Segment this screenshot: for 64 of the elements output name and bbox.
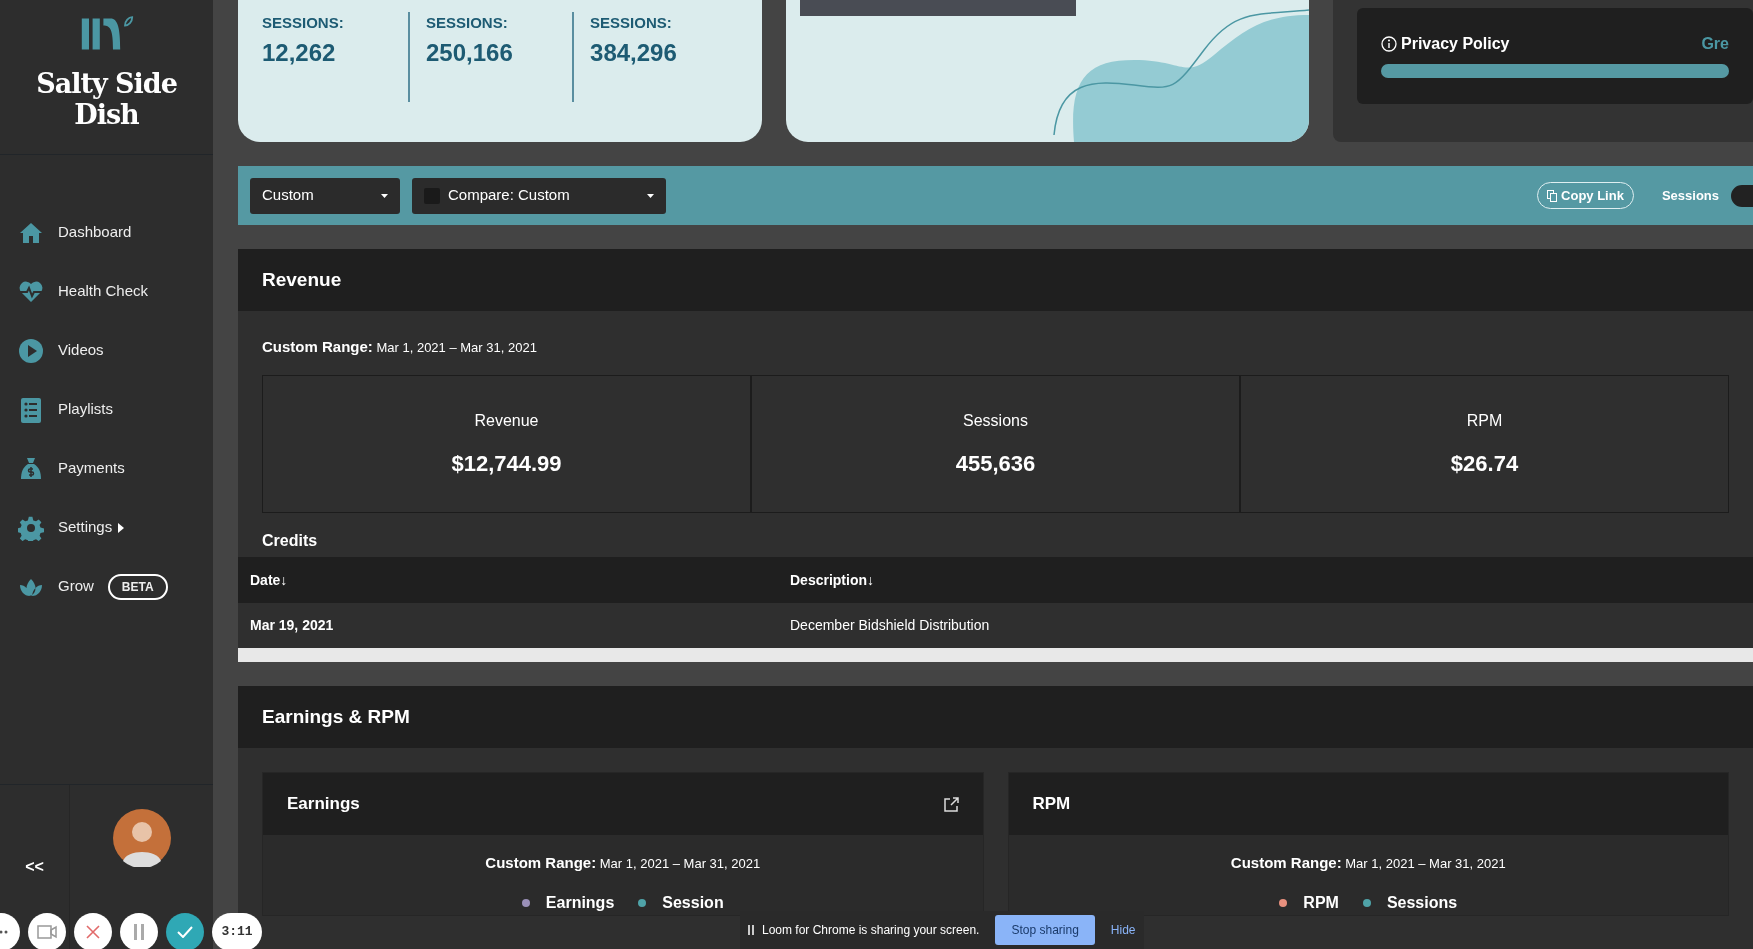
privacy-label: Privacy Policy (1401, 34, 1510, 54)
section-title: Credits (261, 531, 319, 551)
settings-icon (18, 514, 44, 541)
range-dropdown[interactable]: Custom (250, 177, 400, 214)
close-icon (86, 925, 100, 939)
legend-label: Sessions (1386, 893, 1458, 913)
checkmark-icon (177, 926, 193, 938)
stat-label: SESSIONS: (262, 13, 345, 33)
metric-value: 455,636 (955, 449, 1036, 478)
horizontal-scrollbar[interactable] (238, 648, 1753, 662)
caret-icon (647, 193, 654, 198)
toggle-label: Sessions (1661, 186, 1719, 205)
money-bag-icon (18, 455, 44, 482)
table-cell-text: December Bidshield Distribution (789, 616, 991, 635)
column-header[interactable]: Date↓ (238, 557, 778, 603)
info-icon (1381, 36, 1397, 52)
external-link-icon[interactable] (943, 796, 959, 812)
checklist-icon (18, 396, 44, 423)
stat-label: SESSIONS: (590, 13, 673, 33)
table-cell-text: Mar 19, 2021 (249, 616, 335, 635)
timer: 3:11 (212, 913, 262, 949)
date-range: Custom Range: Mar 1, 2021 – Mar 31, 2021 (485, 856, 761, 871)
stat-value: 12,262 (262, 37, 337, 68)
link[interactable]: Gre (1701, 32, 1729, 56)
pause-icon (748, 925, 754, 935)
brand-name: Salty Side Dish (35, 68, 178, 131)
stat-value: 250,166 (426, 37, 514, 68)
nav-item[interactable]: Dashboard (0, 203, 213, 263)
metric-value: $12,744.99 (451, 449, 562, 478)
compare-dropdown[interactable]: Compare: Custom (412, 177, 666, 214)
play-icon (18, 337, 44, 364)
nav-item[interactable]: Grow BETA (0, 557, 213, 617)
stat-value: 384,296 (590, 37, 678, 68)
hide-link[interactable]: Hide (1110, 921, 1136, 939)
metric-label: Revenue (474, 410, 539, 431)
card-title: Earnings (287, 793, 360, 816)
beta-badge: BETA (107, 573, 168, 600)
panel-title: Revenue (238, 249, 1753, 311)
legend-label: RPM (1303, 893, 1339, 913)
pause-icon (134, 924, 144, 940)
metric-value: $26.74 (1450, 449, 1519, 478)
metric-label: Sessions (963, 410, 1028, 431)
nav-item[interactable]: Playlists (0, 380, 213, 440)
metric-label: RPM (1466, 410, 1503, 431)
date-range: Custom Range: Mar 1, 2021 – Mar 31, 2021 (262, 340, 537, 355)
collapse-button[interactable]: << (24, 854, 45, 880)
copy-icon (1547, 189, 1558, 202)
column-header[interactable]: Description↓ (778, 557, 886, 603)
date-range: Custom Range: Mar 1, 2021 – Mar 31, 2021 (1230, 856, 1506, 871)
caret-icon (381, 193, 388, 198)
legend-label: Session (662, 893, 724, 913)
panel-title: Earnings & RPM (238, 686, 1753, 748)
camera-icon (37, 925, 57, 939)
share-message: Loom for Chrome is sharing your screen. (762, 922, 980, 939)
nav-item[interactable]: Health Check (0, 262, 213, 322)
nav-item[interactable]: Settings (0, 498, 213, 558)
stat-label: SESSIONS: (426, 13, 509, 33)
stop-sharing-button[interactable]: Stop sharing (995, 915, 1095, 945)
nav-item[interactable]: Payments (0, 439, 213, 499)
card-title: RPM (1032, 793, 1071, 816)
legend-label: Earnings (545, 893, 615, 913)
toggle-switch[interactable] (1731, 184, 1753, 207)
nav-item[interactable]: Videos (0, 321, 213, 381)
avatar (112, 809, 171, 867)
